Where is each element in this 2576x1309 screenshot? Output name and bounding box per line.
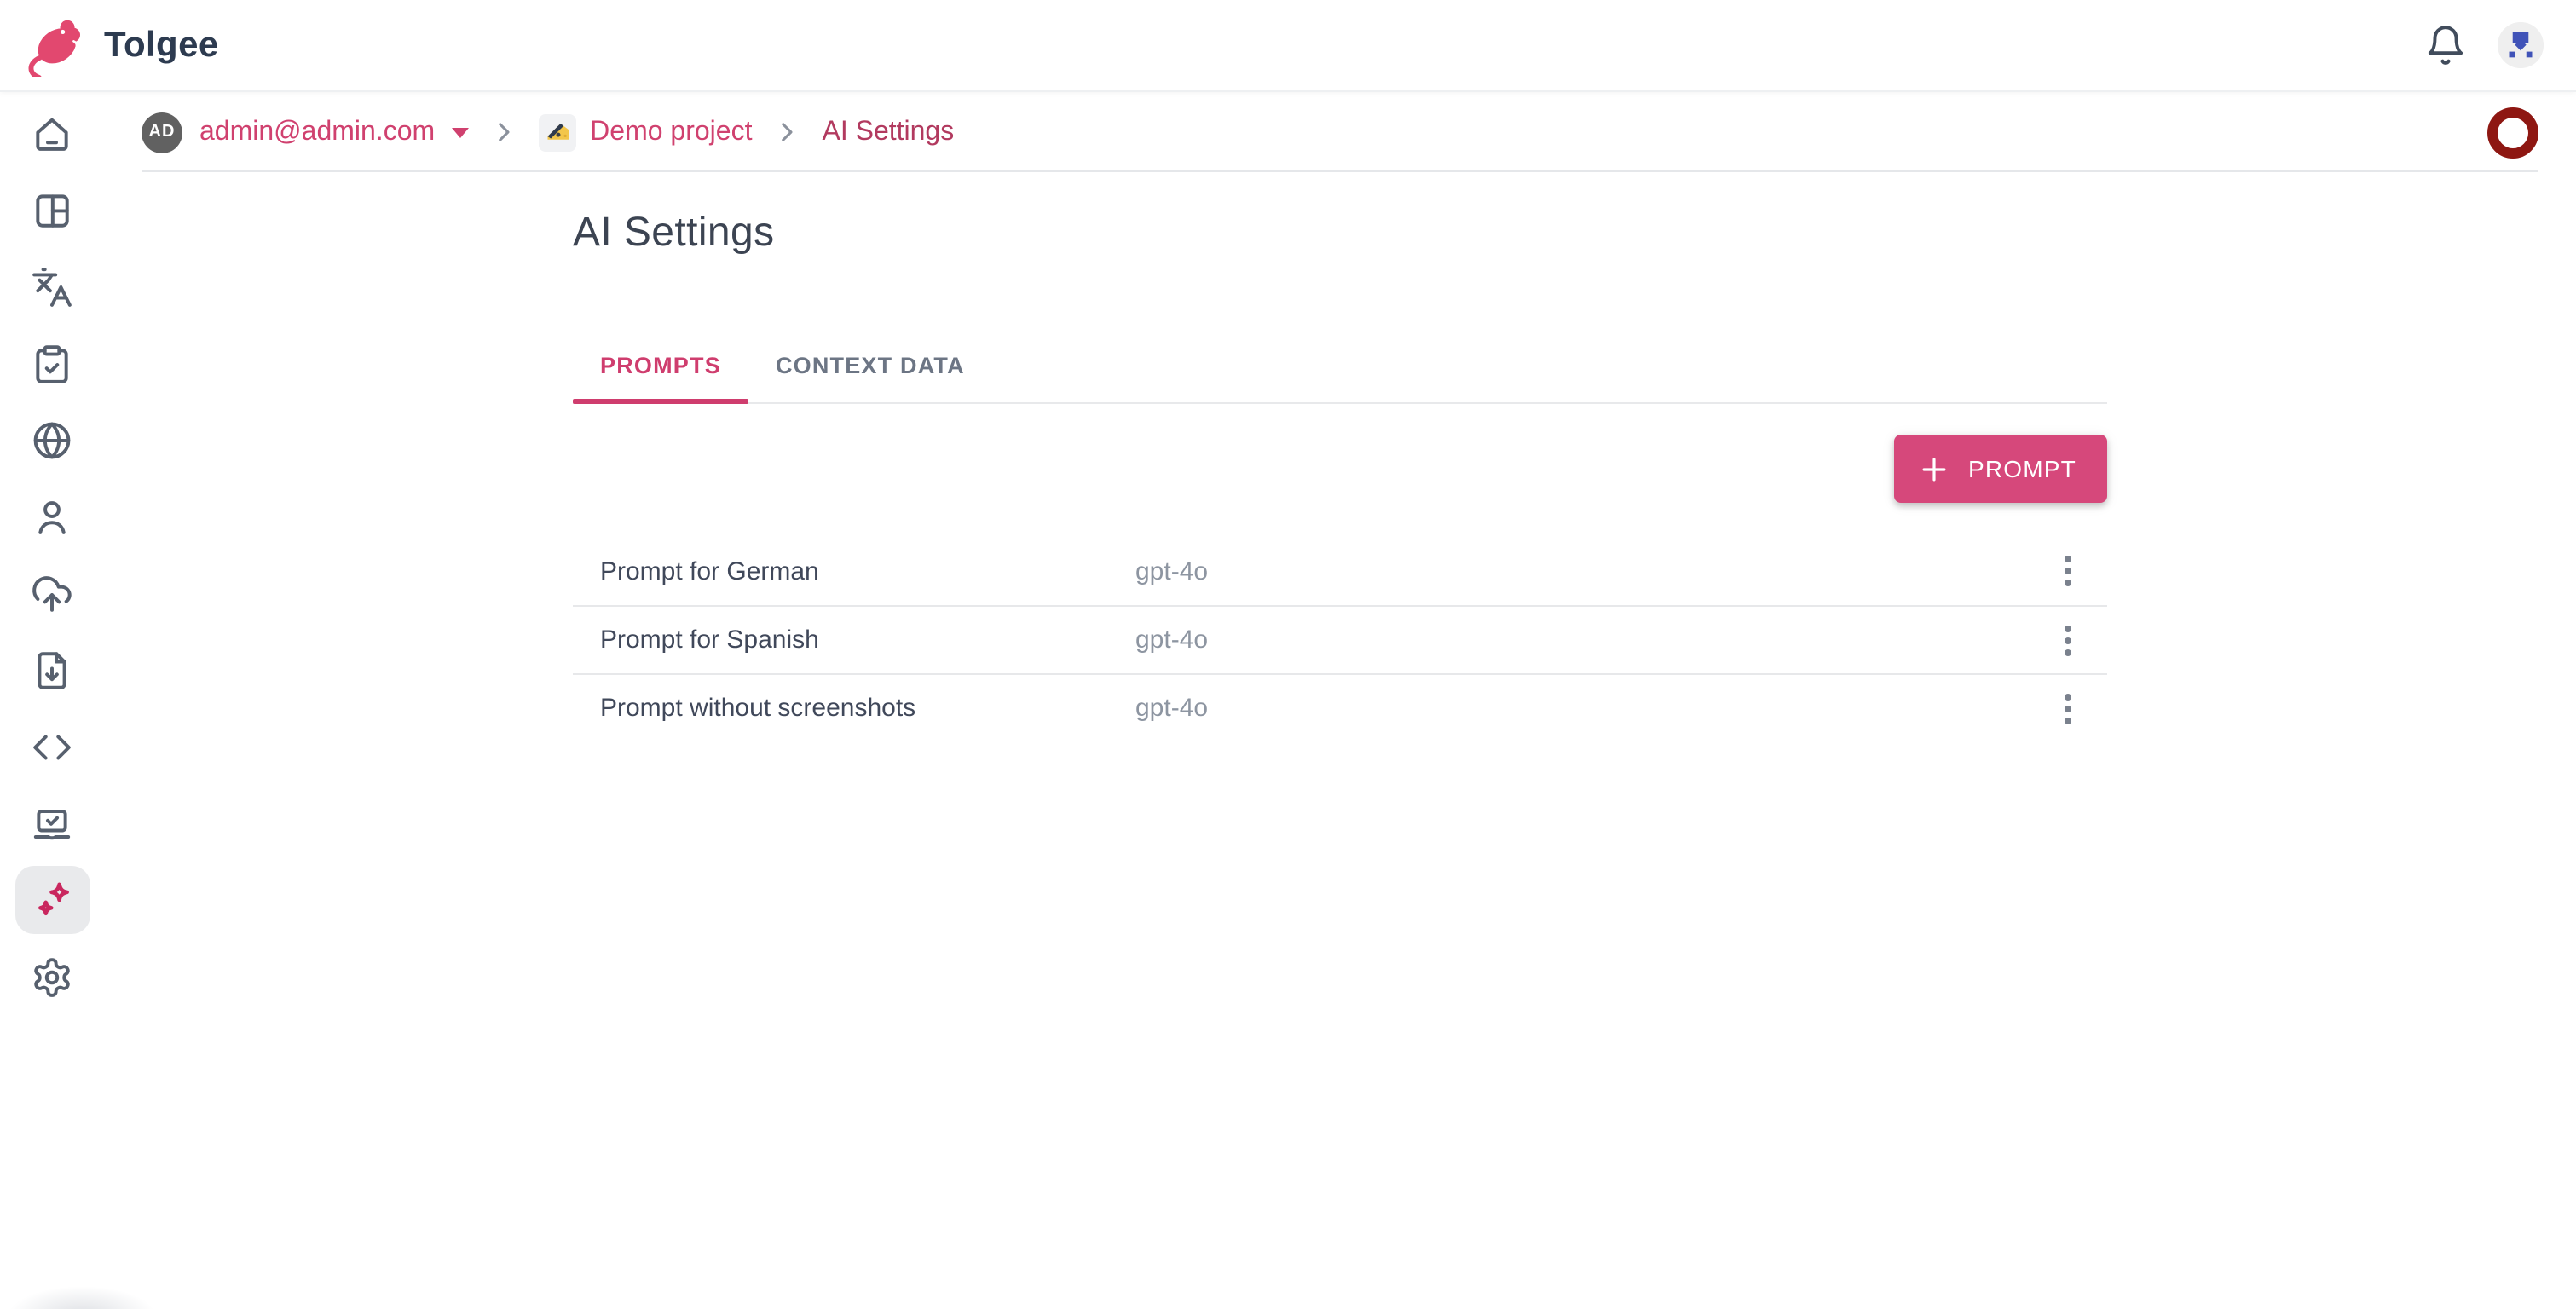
sidebar-item-settings[interactable]	[18, 943, 86, 1011]
prompt-row[interactable]: Prompt without screenshots gpt-4o	[573, 673, 2107, 741]
sidebar-item-export[interactable]	[18, 559, 86, 627]
dashboard-layout-icon	[31, 188, 73, 231]
topbar-actions	[2424, 22, 2544, 68]
integrate-laptop-check-icon	[31, 802, 73, 845]
export-cloud-upload-icon	[31, 572, 73, 614]
sidebar-item-ai[interactable]	[14, 866, 90, 934]
app-shell: AD admin@admin.com Demo project	[0, 92, 2576, 1309]
home-icon	[31, 112, 73, 154]
developer-code-icon	[31, 725, 73, 768]
add-prompt-button[interactable]: PROMPT	[1893, 435, 2107, 503]
tab-bar: PROMPTS CONTEXT DATA	[573, 327, 2107, 404]
user-avatar-identicon[interactable]	[2498, 22, 2544, 68]
breadcrumb-project-link[interactable]: Demo project	[590, 117, 752, 147]
project-cheese-icon	[539, 113, 576, 151]
sidebar-item-import[interactable]	[18, 636, 86, 704]
globe-languages-icon	[31, 418, 73, 461]
breadcrumb: AD admin@admin.com Demo project	[104, 92, 2576, 172]
members-user-icon	[31, 495, 73, 538]
tab-context-data[interactable]: CONTEXT DATA	[748, 327, 992, 402]
chevron-right-icon	[489, 118, 518, 147]
breadcrumb-user-menu[interactable]: admin@admin.com	[199, 117, 469, 147]
import-file-download-icon	[31, 649, 73, 691]
content-area: AD admin@admin.com Demo project	[104, 92, 2576, 1309]
tasks-clipboard-check-icon	[31, 342, 73, 384]
settings-gear-icon	[31, 955, 73, 998]
top-bar: Tolgee	[0, 0, 2576, 92]
usage-progress-ring[interactable]	[2487, 107, 2538, 158]
breadcrumb-current-page: AI Settings	[822, 117, 954, 147]
ai-sparkles-icon	[30, 878, 74, 922]
tab-prompts[interactable]: PROMPTS	[573, 327, 748, 402]
breadcrumb-user-email: admin@admin.com	[199, 117, 435, 147]
sidebar-item-translations[interactable]	[18, 252, 86, 320]
tolgee-mouse-icon	[26, 14, 89, 77]
sidebar-item-tasks[interactable]	[18, 329, 86, 397]
project-sidebar	[0, 92, 104, 1309]
sidebar-item-dashboard[interactable]	[18, 176, 86, 244]
prompt-name: Prompt for German	[600, 556, 1135, 585]
prompt-row[interactable]: Prompt for Spanish gpt-4o	[573, 605, 2107, 673]
sidebar-item-languages[interactable]	[18, 406, 86, 474]
prompt-menu-kebab-icon[interactable]	[2042, 545, 2094, 597]
sidebar-item-developer[interactable]	[18, 712, 86, 781]
prompt-row[interactable]: Prompt for German gpt-4o	[573, 537, 2107, 605]
chevron-right-icon	[772, 118, 801, 147]
chevron-down-icon	[452, 127, 469, 137]
prompt-model: gpt-4o	[1135, 556, 1208, 585]
actions-row: PROMPT	[573, 435, 2107, 503]
user-initials-avatar[interactable]: AD	[142, 112, 182, 153]
app-window: Tolgee	[0, 0, 2576, 1309]
prompt-model: gpt-4o	[1135, 694, 1208, 723]
sidebar-item-members[interactable]	[18, 482, 86, 551]
prompt-name: Prompt without screenshots	[600, 694, 1135, 723]
logo-wordmark: Tolgee	[104, 25, 219, 66]
notifications-bell-button[interactable]	[2424, 24, 2467, 66]
prompt-model: gpt-4o	[1135, 626, 1208, 654]
ai-settings-page: AI Settings PROMPTS CONTEXT DATA PROMPT	[573, 172, 2107, 741]
plus-icon	[1917, 453, 1949, 485]
add-prompt-button-label: PROMPT	[1968, 455, 2076, 482]
prompt-name: Prompt for Spanish	[600, 626, 1135, 654]
translate-languages-icon	[31, 265, 73, 308]
tolgee-logo[interactable]: Tolgee	[26, 14, 219, 77]
prompt-menu-kebab-icon[interactable]	[2042, 614, 2094, 666]
prompt-list: Prompt for German gpt-4o Prompt for Span…	[573, 537, 2107, 741]
sidebar-item-integrate[interactable]	[18, 789, 86, 857]
page-title: AI Settings	[573, 210, 2107, 257]
sidebar-item-home[interactable]	[18, 99, 86, 167]
prompt-menu-kebab-icon[interactable]	[2042, 683, 2094, 734]
